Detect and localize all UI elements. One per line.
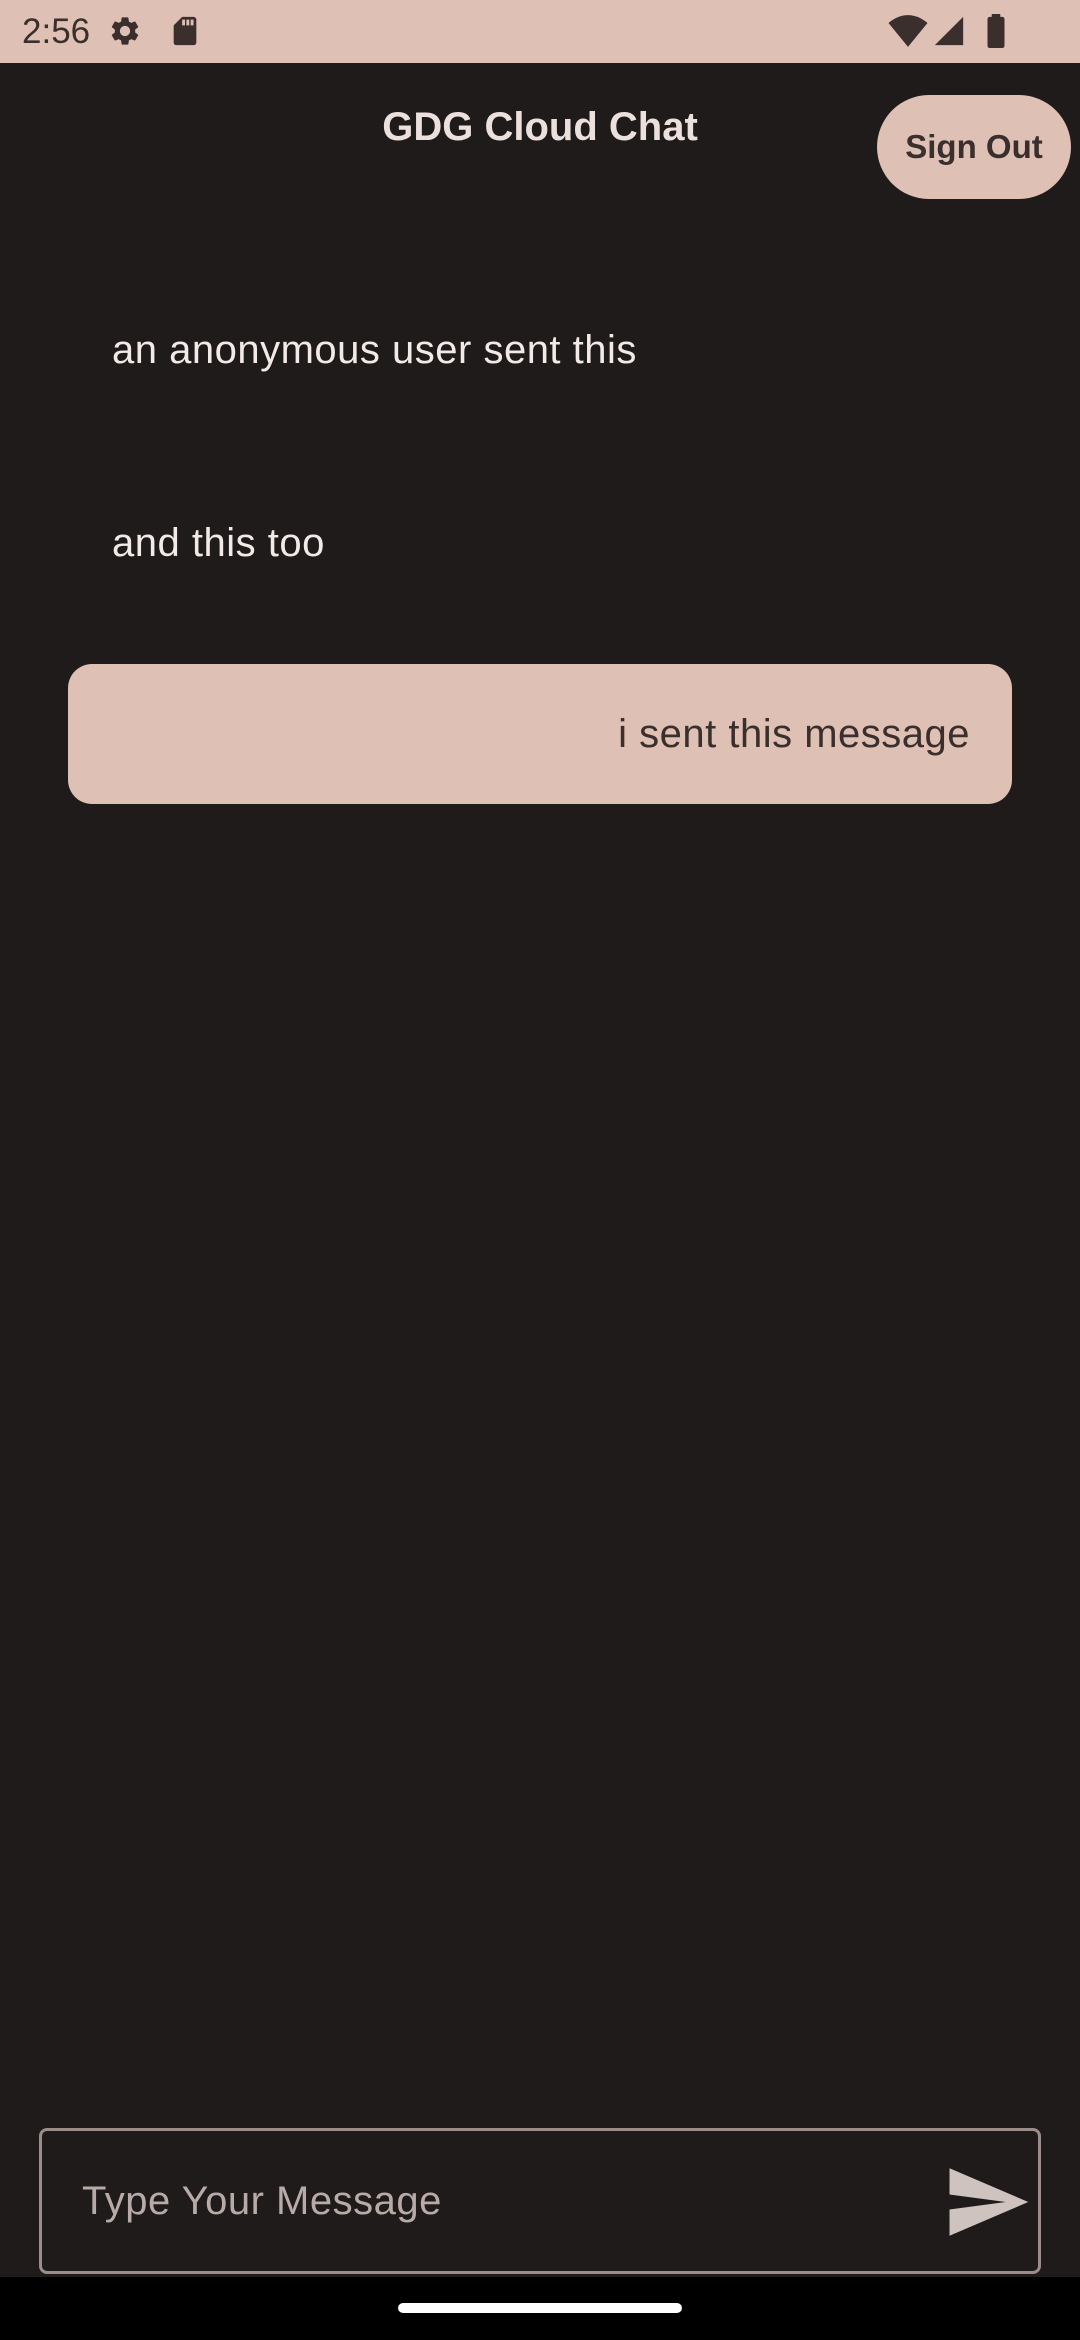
status-bar: 2:56 [0,0,1080,63]
sd-card-icon [173,16,197,46]
navigation-bar [0,2277,1080,2340]
wifi-icon [888,15,928,47]
send-button[interactable] [942,2157,1032,2247]
cell-signal-icon [934,16,964,46]
chat-screen: GDG Cloud Chat Sign Out an anonymous use… [0,63,1080,2277]
message-item: an anonymous user sent this [68,280,1012,420]
message-item: and this too [68,473,1012,613]
message-composer [39,2128,1041,2274]
message-text: an anonymous user sent this [112,327,637,372]
send-icon [949,2168,1029,2236]
settings-gear-icon [111,17,139,45]
status-time: 2:56 [22,12,91,51]
battery-icon [987,14,1005,48]
sign-out-button[interactable]: Sign Out [877,95,1071,199]
message-input[interactable] [82,2131,902,2271]
message-text: and this too [112,520,325,565]
message-text: i sent this message [618,711,970,756]
home-indicator[interactable] [398,2303,682,2313]
my-message-bubble: i sent this message [68,664,1012,804]
